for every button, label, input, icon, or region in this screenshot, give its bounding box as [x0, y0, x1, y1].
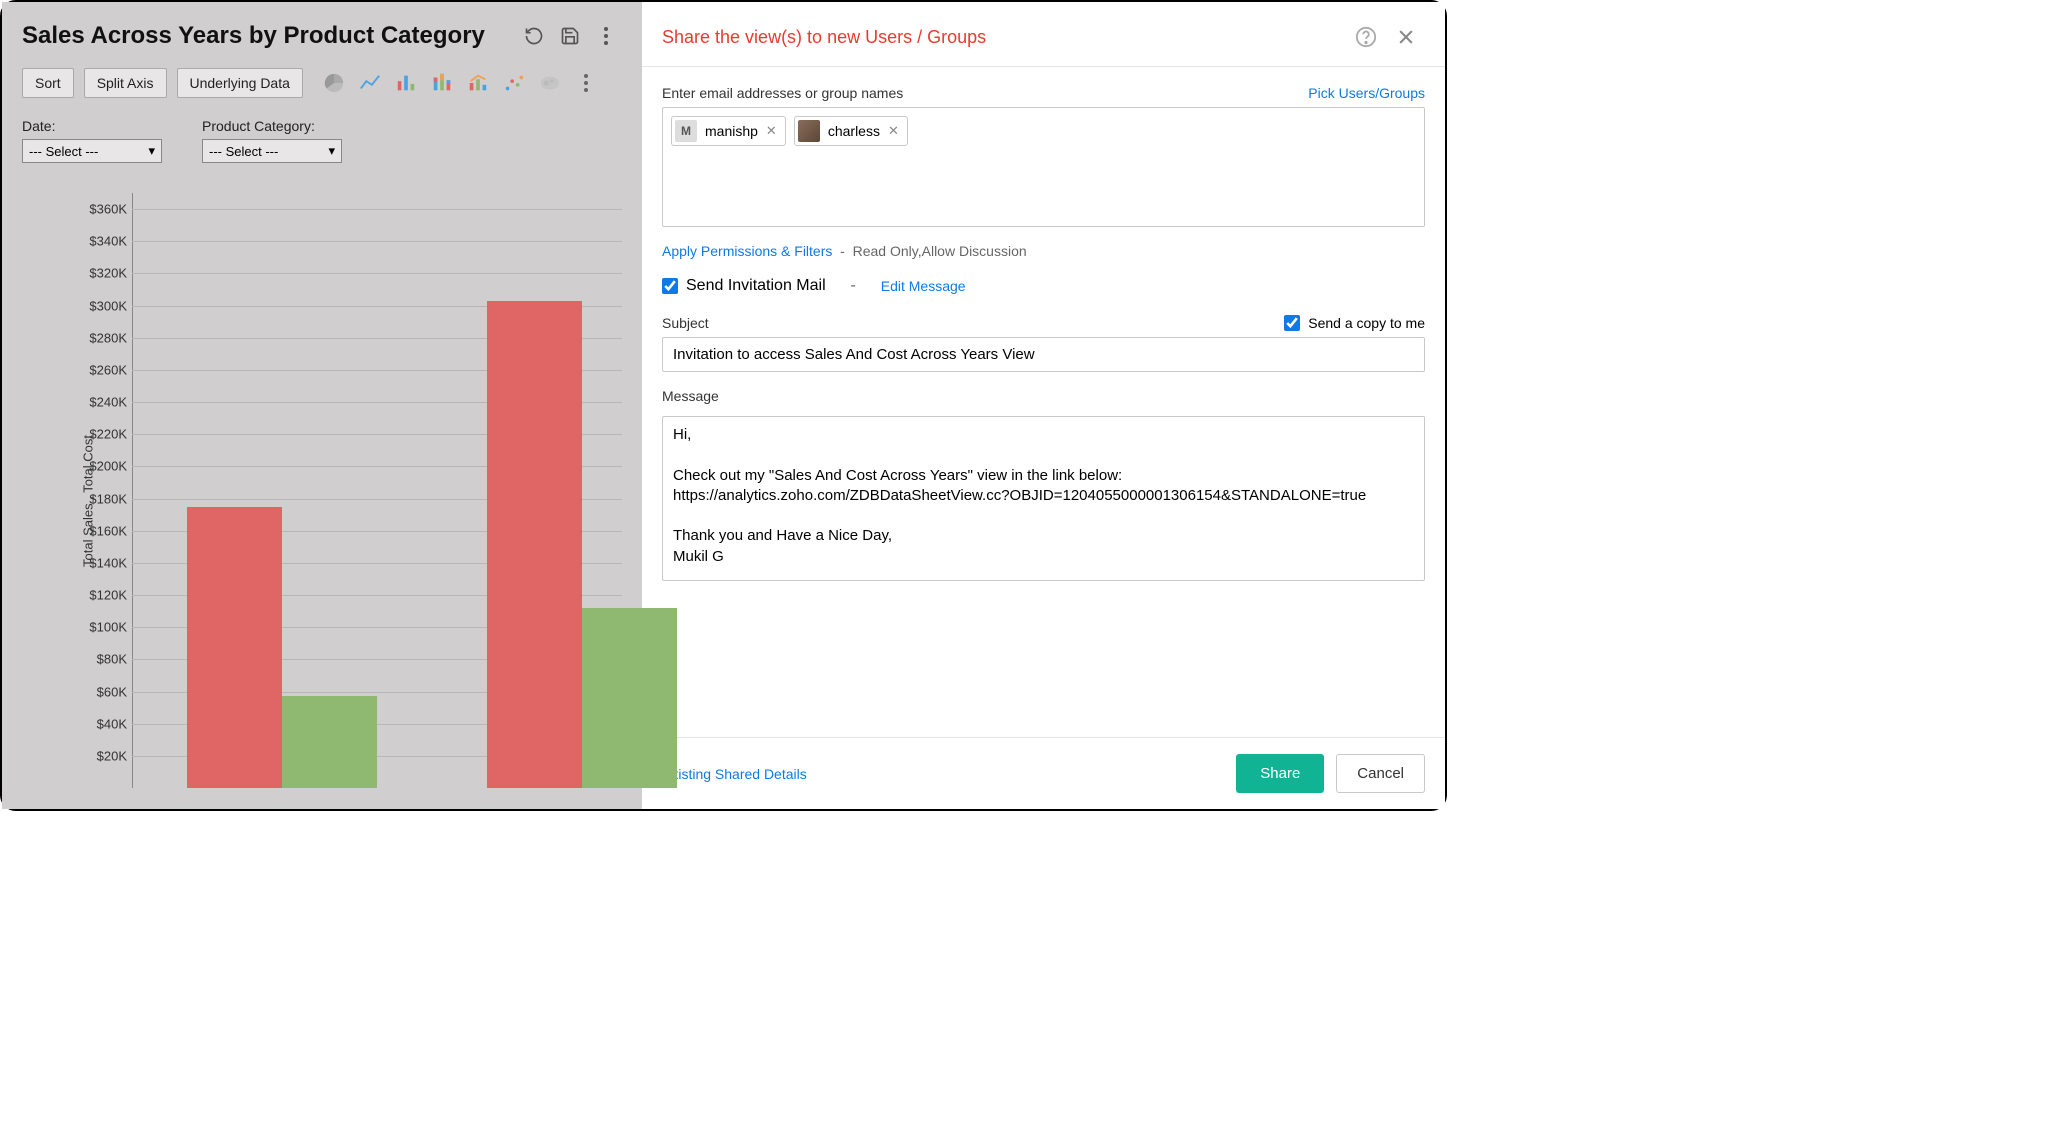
recipients-label: Enter email addresses or group names — [662, 85, 903, 101]
recipient-chip: Mmanishp ✕ — [671, 116, 786, 146]
avatar: M — [675, 120, 697, 142]
message-label: Message — [662, 388, 1425, 404]
chevron-down-icon: ▾ — [328, 143, 335, 159]
separator: - — [840, 243, 845, 259]
chart-bar[interactable] — [582, 608, 677, 788]
chip-name: charless — [828, 123, 880, 139]
message-textarea[interactable] — [662, 416, 1425, 581]
y-tick-label: $160K — [77, 523, 127, 538]
send-mail-label: Send Invitation Mail — [686, 277, 826, 295]
share-dialog: Share the view(s) to new Users / Groups … — [642, 2, 1445, 809]
y-tick-label: $360K — [77, 202, 127, 217]
avatar — [798, 120, 820, 142]
pie-chart-icon[interactable] — [323, 72, 345, 94]
date-filter-value: --- Select --- — [29, 144, 98, 159]
split-axis-button[interactable]: Split Axis — [84, 68, 167, 98]
copy-me-checkbox[interactable] — [1284, 315, 1300, 331]
refresh-icon[interactable] — [523, 25, 545, 47]
chip-remove-icon[interactable]: ✕ — [766, 123, 777, 139]
permissions-description: Read Only,Allow Discussion — [853, 243, 1027, 259]
y-tick-label: $220K — [77, 427, 127, 442]
date-filter-label: Date: — [22, 118, 162, 134]
pick-users-link[interactable]: Pick Users/Groups — [1308, 85, 1425, 101]
stacked-bar-chart-icon[interactable] — [431, 72, 453, 94]
chart-bar[interactable] — [487, 301, 582, 788]
scatter-chart-icon[interactable] — [503, 72, 525, 94]
chart-more-icon[interactable] — [575, 72, 597, 94]
edit-message-link[interactable]: Edit Message — [881, 278, 966, 294]
existing-shared-link[interactable]: Existing Shared Details — [662, 766, 807, 782]
chart-plot: $20K$40K$60K$80K$100K$120K$140K$160K$180… — [132, 193, 622, 788]
share-dialog-title: Share the view(s) to new Users / Groups — [662, 27, 986, 48]
recipients-input[interactable]: Mmanishp ✕ charless ✕ — [662, 107, 1425, 227]
y-tick-label: $300K — [77, 298, 127, 313]
more-icon[interactable] — [595, 25, 617, 47]
sort-button[interactable]: Sort — [22, 68, 74, 98]
chip-remove-icon[interactable]: ✕ — [888, 123, 899, 139]
subject-label: Subject — [662, 315, 709, 331]
y-tick-label: $40K — [77, 716, 127, 731]
chart-pane: Sales Across Years by Product Category S… — [2, 2, 642, 809]
category-filter-select[interactable]: --- Select --- ▾ — [202, 139, 342, 163]
y-tick-label: $60K — [77, 684, 127, 699]
map-chart-icon[interactable] — [539, 72, 561, 94]
chart-bar[interactable] — [187, 507, 282, 788]
line-chart-icon[interactable] — [359, 72, 381, 94]
combo-chart-icon[interactable] — [467, 72, 489, 94]
subject-input[interactable] — [662, 337, 1425, 372]
recipient-chip: charless ✕ — [794, 116, 908, 146]
underlying-data-button[interactable]: Underlying Data — [177, 68, 303, 98]
share-button[interactable]: Share — [1236, 754, 1324, 793]
y-tick-label: $140K — [77, 555, 127, 570]
y-tick-label: $320K — [77, 266, 127, 281]
y-tick-label: $120K — [77, 588, 127, 603]
chip-name: manishp — [705, 123, 758, 139]
y-tick-label: $200K — [77, 459, 127, 474]
help-icon[interactable] — [1355, 26, 1377, 48]
send-mail-checkbox[interactable] — [662, 278, 678, 294]
separator: - — [851, 277, 856, 295]
y-tick-label: $260K — [77, 362, 127, 377]
category-filter-value: --- Select --- — [209, 144, 278, 159]
cancel-button[interactable]: Cancel — [1336, 754, 1425, 793]
chart-bar[interactable] — [282, 696, 377, 788]
y-tick-label: $280K — [77, 330, 127, 345]
category-filter-label: Product Category: — [202, 118, 342, 134]
y-tick-label: $240K — [77, 395, 127, 410]
y-tick-label: $80K — [77, 652, 127, 667]
y-tick-label: $100K — [77, 620, 127, 635]
y-tick-label: $180K — [77, 491, 127, 506]
chart-title: Sales Across Years by Product Category — [22, 22, 485, 50]
date-filter-select[interactable]: --- Select --- ▾ — [22, 139, 162, 163]
apply-permissions-link[interactable]: Apply Permissions & Filters — [662, 243, 832, 259]
save-icon[interactable] — [559, 25, 581, 47]
y-tick-label: $340K — [77, 234, 127, 249]
copy-me-label: Send a copy to me — [1308, 315, 1425, 331]
chevron-down-icon: ▾ — [148, 143, 155, 159]
bar-chart-icon[interactable] — [395, 72, 417, 94]
y-tick-label: $20K — [77, 748, 127, 763]
close-icon[interactable] — [1395, 26, 1417, 48]
